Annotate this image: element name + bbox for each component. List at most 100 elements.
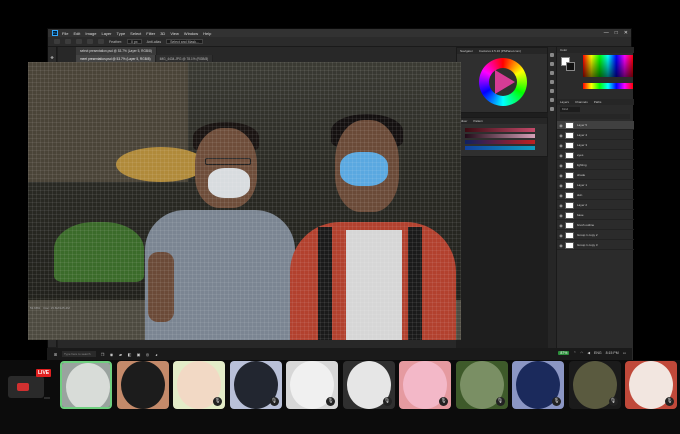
visibility-eye-icon[interactable]: ◉: [557, 133, 565, 138]
doc-tab[interactable]: select presentation.psd @ 53.7% (Layer 5…: [76, 47, 157, 55]
layer-row[interactable]: ◉ Group 1 copy 3: [557, 241, 634, 250]
discord-icon[interactable]: ◕: [154, 352, 159, 357]
visibility-eye-icon[interactable]: ◉: [557, 123, 565, 128]
menu-view[interactable]: View: [170, 31, 179, 36]
slider-red[interactable]: [465, 128, 535, 132]
menu-type[interactable]: Type: [117, 31, 126, 36]
close-button[interactable]: ✕: [624, 30, 628, 36]
paragraph-icon[interactable]: [550, 107, 554, 111]
tab-mixer[interactable]: Mixer: [460, 118, 467, 124]
participant-tile[interactable]: 🎙: [342, 361, 395, 409]
visibility-eye-icon[interactable]: ◉: [557, 243, 565, 248]
layer-filter-kind[interactable]: Kind: [560, 107, 580, 112]
file-explorer-icon[interactable]: ▰: [118, 352, 123, 357]
wifi-icon[interactable]: ◠: [580, 351, 583, 355]
windows-start-icon[interactable]: ⊞: [53, 352, 58, 357]
menu-select[interactable]: Select: [130, 31, 141, 36]
layer-row[interactable]: ◉ eyes: [557, 151, 634, 160]
clock[interactable]: 8:15 PM: [606, 351, 619, 355]
participant-tile[interactable]: 🎙: [455, 361, 508, 409]
menu-layer[interactable]: Layer: [101, 31, 111, 36]
tab-channels[interactable]: Channels: [575, 99, 588, 105]
tab-layers[interactable]: Layers: [560, 99, 569, 105]
task-view-icon[interactable]: ❐: [100, 352, 105, 357]
video-camera-icon[interactable]: [17, 383, 29, 391]
menu-edit[interactable]: Edit: [73, 31, 80, 36]
layer-row[interactable]: ◉ Layer 5: [557, 121, 634, 130]
store-icon[interactable]: ◧: [127, 352, 132, 357]
hue-slider[interactable]: [583, 83, 633, 89]
volume-icon[interactable]: ◀: [587, 351, 590, 355]
menu-image[interactable]: Image: [85, 31, 96, 36]
more-options-icon[interactable]: ⋯: [44, 395, 50, 402]
tab-paths[interactable]: Paths: [594, 99, 602, 105]
photoshop-taskbar-icon[interactable]: ▣: [136, 352, 141, 357]
new-selection-button[interactable]: [76, 39, 82, 44]
tab-coolorus[interactable]: Coolorus 2.5.16 (PSPanel.com): [479, 48, 521, 54]
visibility-eye-icon[interactable]: ◉: [557, 183, 565, 188]
menu-file[interactable]: File: [62, 31, 68, 36]
layer-row[interactable]: ◉ Layer 3: [557, 141, 634, 150]
layer-row[interactable]: ◉ Layer 4: [557, 131, 634, 140]
visibility-eye-icon[interactable]: ◉: [557, 203, 565, 208]
tab-color[interactable]: Color: [560, 47, 567, 53]
participant-tile[interactable]: 🎙: [286, 361, 338, 409]
participant-tile[interactable]: 🎙: [568, 361, 621, 409]
slider-green[interactable]: [465, 134, 535, 138]
background-swatch[interactable]: [566, 62, 575, 71]
visibility-eye-icon[interactable]: ◉: [557, 193, 565, 198]
participant-tile[interactable]: 🎙: [512, 361, 564, 409]
edge-icon[interactable]: ◉: [109, 352, 114, 357]
participant-tile[interactable]: [60, 361, 112, 409]
visibility-eye-icon[interactable]: ◉: [557, 143, 565, 148]
menu-help[interactable]: Help: [203, 31, 211, 36]
maximize-button[interactable]: □: [615, 30, 618, 36]
participant-tile[interactable]: 🎙: [229, 361, 282, 409]
tab-navigator[interactable]: Navigator: [460, 48, 473, 54]
visibility-eye-icon[interactable]: ◉: [557, 213, 565, 218]
tray-chevron-icon[interactable]: ⌃: [573, 351, 576, 355]
swatches-icon[interactable]: [550, 89, 554, 93]
slider-alpha[interactable]: [465, 146, 535, 150]
layer-row[interactable]: ◉ shade: [557, 171, 634, 180]
move-tool-icon[interactable]: ✥: [50, 55, 55, 60]
color-spectrum[interactable]: [583, 55, 633, 77]
anti-alias-checkbox[interactable]: Anti-alias: [147, 40, 161, 44]
select-and-mask-button[interactable]: Select and Mask...: [166, 39, 203, 44]
visibility-eye-icon[interactable]: ◉: [557, 163, 565, 168]
participant-tile[interactable]: [116, 361, 169, 409]
layer-row[interactable]: ◉ brush outline: [557, 221, 634, 230]
minimize-button[interactable]: —: [604, 30, 609, 36]
notifications-icon[interactable]: ▭: [623, 351, 626, 355]
visibility-eye-icon[interactable]: ◉: [557, 233, 565, 238]
taskbar-search[interactable]: Type here to search: [62, 351, 96, 357]
participant-tile[interactable]: 🎙: [399, 361, 451, 409]
layer-row[interactable]: ◉ Layer 1: [557, 181, 634, 190]
chrome-icon[interactable]: ◎: [145, 352, 150, 357]
visibility-eye-icon[interactable]: ◉: [557, 173, 565, 178]
tab-pattern[interactable]: Pattern: [473, 118, 483, 124]
participant-tile[interactable]: 🎙: [173, 361, 225, 409]
character-icon[interactable]: [550, 98, 554, 102]
participant-tile[interactable]: 🎙: [625, 361, 677, 409]
layer-row[interactable]: ◉ skin: [557, 191, 634, 200]
visibility-eye-icon[interactable]: ◉: [557, 223, 565, 228]
color-triangle[interactable]: [495, 70, 515, 94]
feather-input[interactable]: 0 px: [127, 39, 142, 44]
language-indicator[interactable]: ENG: [594, 351, 602, 355]
add-selection-button[interactable]: [87, 39, 93, 44]
battery-indicator[interactable]: 87%: [558, 351, 570, 355]
menu-3d[interactable]: 3D: [160, 31, 165, 36]
canvas-photo[interactable]: [28, 62, 461, 340]
home-button[interactable]: [54, 39, 60, 44]
layer-row[interactable]: ◉ lighting: [557, 161, 634, 170]
tool-preset-button[interactable]: [65, 39, 71, 44]
menu-window[interactable]: Window: [184, 31, 198, 36]
brush-settings-icon[interactable]: [550, 80, 554, 84]
subtract-selection-button[interactable]: [98, 39, 104, 44]
history-icon[interactable]: [550, 53, 554, 57]
adjustments-icon[interactable]: [550, 71, 554, 75]
layer-row[interactable]: ◉ Group 1 copy 2: [557, 231, 634, 240]
slider-blue[interactable]: [465, 140, 535, 144]
properties-icon[interactable]: [550, 62, 554, 66]
